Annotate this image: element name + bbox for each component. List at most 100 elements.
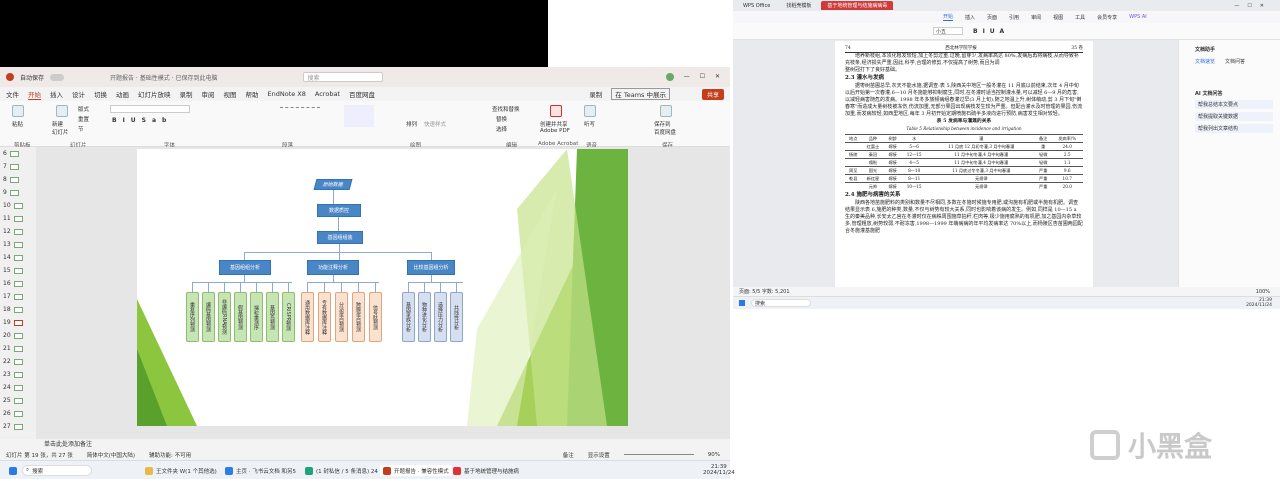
display-settings[interactable]: 显示设置: [588, 451, 610, 459]
flowchart-leaf[interactable]: 编码基因预测: [202, 292, 215, 342]
slide-thumbnail[interactable]: 16: [3, 278, 33, 289]
node-genome-component[interactable]: 基因组组分析: [219, 260, 271, 275]
find-button[interactable]: 查找和替换: [492, 105, 520, 113]
layout-button[interactable]: 版式: [78, 105, 89, 113]
autosave-label[interactable]: 自动保存: [20, 73, 44, 82]
slide-thumbnail[interactable]: 23: [3, 369, 33, 380]
paste-icon[interactable]: [12, 105, 24, 117]
slide-thumbnail[interactable]: 13: [3, 239, 33, 250]
menu-design[interactable]: 设计: [72, 89, 85, 99]
panel-tab-overview[interactable]: 文档速览: [1195, 58, 1215, 65]
close-icon[interactable]: ✕: [715, 73, 720, 81]
teams-button[interactable]: 在 Teams 中展示: [611, 88, 670, 100]
avatar[interactable]: [665, 73, 674, 81]
flowchart-leaf[interactable]: 专有数据库注释: [318, 292, 331, 342]
menu-view[interactable]: 视图: [224, 89, 237, 99]
wps-zoom[interactable]: 100%: [1256, 289, 1270, 295]
slide-thumbnail[interactable]: 20: [3, 330, 33, 341]
menu-file[interactable]: 文件: [6, 89, 19, 99]
wps-menu-home[interactable]: 开始: [943, 13, 954, 21]
tab-document[interactable]: 基于地统管理与结施病病毒: [821, 1, 894, 10]
flowchart-leaf[interactable]: 重复序列预测: [186, 292, 199, 342]
wps-menu-tools[interactable]: 工具: [1075, 14, 1085, 21]
flowchart-leaf[interactable]: 假基因预测: [234, 292, 247, 342]
start-icon[interactable]: [6, 465, 20, 476]
flowchart-leaf[interactable]: 非编码RNA预测: [218, 292, 231, 342]
panel-suggestion[interactable]: 帮我提取关键数据: [1195, 112, 1273, 121]
autosave-toggle[interactable]: [50, 73, 65, 81]
slide-thumbnail[interactable]: 15: [3, 265, 33, 276]
menu-help[interactable]: 帮助: [246, 89, 259, 99]
taskbar-item-wps[interactable]: 基于地统管理与结施病: [450, 465, 522, 476]
search-input[interactable]: 搜索: [303, 72, 384, 82]
slide-thumbnail[interactable]: 9: [3, 187, 33, 198]
node-assembly[interactable]: 基因组组装: [317, 231, 363, 244]
select-button[interactable]: 选择: [496, 125, 507, 133]
taskbar-item-ppt[interactable]: 开题报告 · 兼容性模式: [380, 465, 452, 476]
slide-thumbnail[interactable]: 14: [3, 252, 33, 263]
wps-menu-insert[interactable]: 插入: [965, 14, 975, 21]
flowchart-leaf[interactable]: 共线性分析: [450, 292, 463, 342]
slide-thumbnail[interactable]: 7: [3, 161, 33, 172]
wps-menu-page[interactable]: 页面: [987, 14, 997, 21]
notes-toggle[interactable]: 备注: [563, 451, 574, 459]
menu-animations[interactable]: 动画: [116, 89, 129, 99]
save-baidu-button[interactable]: 保存到 百度网盘: [654, 120, 676, 136]
font-format-buttons[interactable]: BIUSab: [112, 117, 172, 124]
node-comparative-genomics[interactable]: 比较基因组分析: [407, 260, 455, 275]
wps-menu-review[interactable]: 审阅: [1031, 14, 1041, 21]
menu-review[interactable]: 审阅: [202, 89, 215, 99]
wps-menu-view[interactable]: 视图: [1053, 14, 1063, 21]
slide-thumbnail[interactable]: 21: [3, 343, 33, 354]
microphone-icon[interactable]: [584, 105, 596, 117]
menu-slideshow[interactable]: 幻灯片放映: [138, 89, 171, 99]
section-button[interactable]: 节: [78, 125, 84, 133]
node-function-annotation[interactable]: 功能注释分析: [307, 260, 359, 275]
reset-button[interactable]: 重置: [78, 115, 89, 123]
create-pdf-button[interactable]: 创建并共享 Adobe PDF: [540, 120, 570, 134]
share-button[interactable]: 共享: [701, 89, 724, 100]
dictate-button[interactable]: 听写: [584, 120, 595, 128]
slide-thumbnail[interactable]: 22: [3, 356, 33, 367]
flowchart-leaf[interactable]: 基因岛预测: [266, 292, 279, 342]
replace-button[interactable]: 替换: [496, 115, 507, 123]
slide-thumbnail[interactable]: 11: [3, 213, 33, 224]
flowchart-leaf[interactable]: CRISPR预测: [282, 292, 295, 342]
paste-button[interactable]: 粘贴: [12, 120, 23, 128]
record-button[interactable]: 录制: [589, 89, 602, 99]
notes-pane[interactable]: 单击此处添加备注: [36, 439, 730, 449]
slide-thumbnail[interactable]: 27: [3, 421, 33, 432]
slide-thumbnail[interactable]: 10: [3, 200, 33, 211]
slide-thumbnail[interactable]: 26: [3, 408, 33, 419]
slide-thumbnail[interactable]: 25: [3, 395, 33, 406]
flowchart-leaf[interactable]: 物种进化分析: [418, 292, 431, 342]
slide-thumbnail[interactable]: 18: [3, 304, 33, 315]
panel-tab-qa[interactable]: 文档问答: [1225, 58, 1245, 65]
wps-menu-member[interactable]: 会员专享: [1097, 14, 1117, 21]
slide-thumbnail[interactable]: 17: [3, 291, 33, 302]
flowchart-leaf[interactable]: 信号肽预测: [369, 292, 382, 342]
slide-thumbnail[interactable]: 19: [3, 317, 33, 328]
window-controls[interactable]: —☐✕: [1234, 3, 1272, 9]
zoom-level[interactable]: 90%: [708, 452, 720, 458]
panel-suggestion[interactable]: 帮我列出文章结构: [1195, 124, 1273, 133]
taskbar-search[interactable]: ⌕ 搜索: [22, 465, 92, 476]
menu-transitions[interactable]: 切换: [94, 89, 107, 99]
wps-taskbar-clock[interactable]: 21:39 2024/11/24: [1246, 298, 1272, 308]
slide[interactable]: 原始数据 数据质控 基因组组装 基因组组分析 功能注释分析 比较基因组分析 重复…: [137, 149, 628, 426]
flowchart-leaf[interactable]: 分泌蛋白预测: [335, 292, 348, 342]
zoom-slider[interactable]: [623, 454, 694, 455]
start-icon[interactable]: [739, 300, 745, 306]
menu-record[interactable]: 录制: [180, 89, 193, 99]
new-slide-button[interactable]: 新建 幻灯片: [52, 120, 69, 136]
quick-styles-button[interactable]: 快速样式: [424, 120, 446, 128]
tab-wps-office[interactable]: WPS Office: [737, 2, 776, 10]
tab-template[interactable]: 找稻壳模板: [780, 1, 817, 10]
flowchart-leaf[interactable]: 跨膜蛋白预测: [352, 292, 365, 342]
menu-home[interactable]: 开始: [28, 89, 41, 100]
arrange-button[interactable]: 排列: [406, 120, 417, 128]
taskbar-item-edge[interactable]: (1 封私信 / 5 条消息) 24: [302, 465, 381, 476]
wps-menu-reference[interactable]: 引用: [1009, 14, 1019, 21]
paragraph-tools[interactable]: [280, 107, 320, 113]
new-slide-icon[interactable]: [56, 105, 68, 117]
